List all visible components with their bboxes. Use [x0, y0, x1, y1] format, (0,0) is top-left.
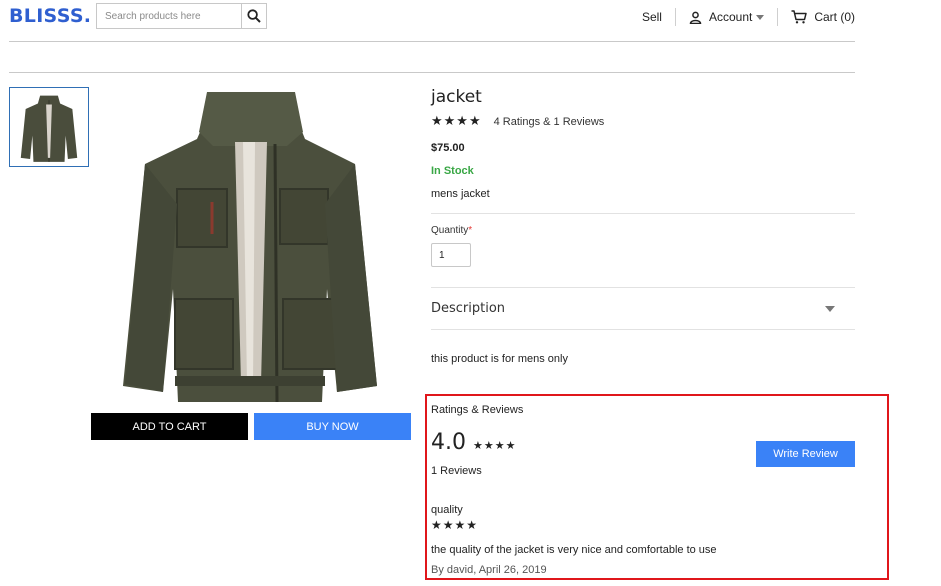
content-divider — [9, 72, 855, 73]
chevron-down-icon — [825, 305, 835, 312]
review-title: quality — [431, 504, 463, 516]
site-logo[interactable]: BLISSS. — [9, 5, 91, 27]
description-heading: Description — [431, 301, 506, 316]
header-nav: Sell Account Cart (0) — [642, 8, 855, 26]
stock-status: In Stock — [431, 165, 474, 177]
description-accordion-toggle[interactable]: Description — [431, 288, 855, 329]
product-short-description: mens jacket — [431, 188, 490, 200]
review-body: the quality of the jacket is very nice a… — [431, 544, 717, 556]
required-mark: * — [468, 225, 473, 236]
header-divider — [9, 41, 855, 42]
product-rating-summary: ★★★★ 4 Ratings & 1 Reviews — [431, 114, 604, 129]
buy-now-button[interactable]: BUY NOW — [254, 413, 411, 440]
average-rating-value: 4.0 — [431, 430, 466, 455]
section-divider — [431, 213, 855, 214]
section-divider — [431, 329, 855, 330]
cart-label: Cart (0) — [814, 10, 855, 24]
average-star-icons: ★★★★ — [473, 439, 517, 452]
jacket-thumbnail-image — [20, 95, 78, 162]
account-menu[interactable]: Account — [689, 10, 765, 24]
ratings-count-link[interactable]: 4 Ratings & 1 Reviews — [494, 116, 605, 128]
product-price: $75.00 — [431, 142, 465, 154]
quantity-label: Quantity* — [431, 225, 472, 236]
search-button[interactable] — [241, 4, 266, 28]
write-review-button[interactable]: Write Review — [756, 441, 855, 467]
review-byline: By david, April 26, 2019 — [431, 564, 547, 576]
add-to-cart-button[interactable]: ADD TO CART — [91, 413, 248, 440]
review-count: 1 Reviews — [431, 465, 482, 477]
ratings-reviews-heading: Ratings & Reviews — [431, 404, 524, 416]
search-bar — [96, 3, 267, 29]
review-star-icons: ★★★★ — [431, 518, 479, 532]
quantity-input[interactable] — [431, 243, 471, 267]
product-thumbnail[interactable] — [9, 87, 89, 167]
quantity-label-text: Quantity — [431, 225, 469, 236]
cart-link[interactable]: Cart (0) — [791, 10, 855, 24]
cart-icon — [791, 10, 808, 24]
jacket-product-image — [123, 92, 377, 403]
product-title: jacket — [431, 87, 482, 107]
sell-link[interactable]: Sell — [642, 10, 662, 24]
account-label: Account — [708, 10, 753, 24]
search-icon — [247, 9, 261, 23]
description-body: this product is for mens only — [431, 353, 568, 365]
average-rating: 4.0 ★★★★ — [431, 430, 516, 455]
search-input[interactable] — [97, 4, 242, 28]
chevron-down-icon — [756, 14, 765, 20]
user-icon — [689, 11, 702, 24]
nav-divider — [777, 8, 779, 26]
star-rating-icons: ★★★★ — [431, 114, 482, 129]
nav-divider — [674, 8, 676, 26]
